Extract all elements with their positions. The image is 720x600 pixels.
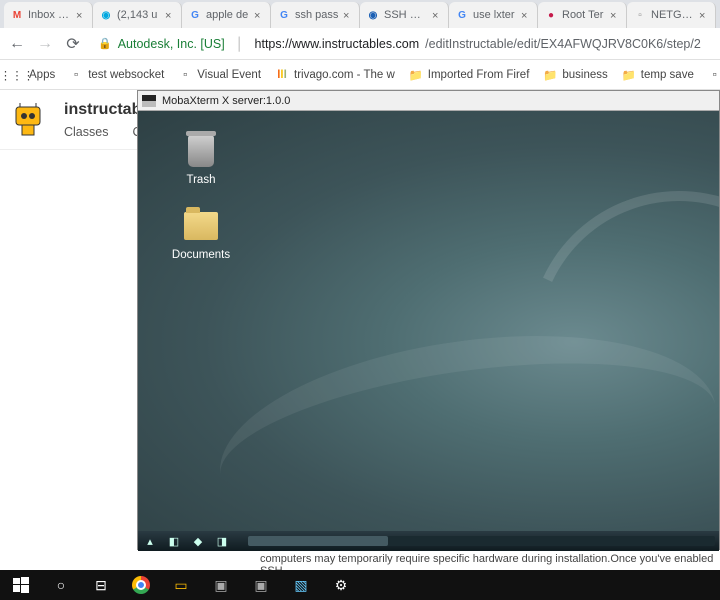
folder-icon: 📁 <box>409 68 423 82</box>
bookmark-label: Imported From Firef <box>428 69 530 81</box>
lock-icon: 🔒 <box>98 37 112 50</box>
reload-button[interactable]: ⟳ <box>64 35 82 53</box>
tab-raspberry[interactable]: ● Root Ter × <box>538 2 627 28</box>
browser-tab-strip: M Inbox (25 × ◉ (2,143 u × G apple de × … <box>0 0 720 28</box>
bookmark-label: business <box>562 69 607 81</box>
tab-att[interactable]: ◉ (2,143 u × <box>93 2 182 28</box>
url-path: /editInstructable/edit/EX4AFWQJRV8C0K6/s… <box>425 37 701 51</box>
tab-label: (2,143 u <box>117 9 161 21</box>
remote-desktop[interactable]: Trash Documents <box>138 111 719 531</box>
remote-scrollbar[interactable] <box>248 536 715 546</box>
tab-sshpass[interactable]: ◉ SSH Pass × <box>360 2 449 28</box>
bookmark-trivago[interactable]: III trivago.com - The w <box>275 68 395 82</box>
taskbar-chrome[interactable] <box>122 570 160 600</box>
taskbar-terminal-2[interactable]: ▣ <box>242 570 280 600</box>
ssh-icon: ◉ <box>366 8 380 22</box>
chevron-up-icon[interactable]: ▴ <box>142 534 158 548</box>
close-icon[interactable]: × <box>76 10 86 20</box>
bookmark-business[interactable]: 📁 business <box>543 68 607 82</box>
desktop-icon-label: Trash <box>187 174 216 186</box>
close-icon[interactable]: × <box>432 10 442 20</box>
close-icon[interactable]: × <box>610 10 620 20</box>
bookmarks-bar: ⋮⋮⋮ Apps ▫ test websocket ▫ Visual Event… <box>0 60 720 90</box>
tab-label: ssh pass <box>295 9 339 21</box>
taskbar-images[interactable]: ▧ <box>282 570 320 600</box>
remote-taskbar: ▴ ◧ ◆ ◨ <box>138 531 719 551</box>
address-bar-row: ← → ⟳ 🔒 Autodesk, Inc. [US] │ https://ww… <box>0 28 720 60</box>
page-icon: ▫ <box>69 68 83 82</box>
remote-taskbar-item[interactable]: ◆ <box>190 534 206 548</box>
desktop-icon-label: Documents <box>172 249 230 261</box>
remote-window-title: MobaXterm X server:1.0.0 <box>162 95 290 107</box>
page-icon: ▫ <box>633 8 647 22</box>
instructables-logo[interactable] <box>10 99 46 141</box>
back-button[interactable]: ← <box>8 35 26 53</box>
bookmark-apps[interactable]: ⋮⋮⋮ Apps <box>10 68 55 82</box>
gmail-icon: M <box>10 8 24 22</box>
bookmark-imported[interactable]: 📁 Imported From Firef <box>409 68 530 82</box>
desktop-icon-documents[interactable]: Documents <box>166 206 236 261</box>
bookmark-visual-event[interactable]: ▫ Visual Event <box>178 68 261 82</box>
folder-icon: 📁 <box>622 68 636 82</box>
taskbar-explorer[interactable]: ▭ <box>162 570 200 600</box>
desktop-icon-trash[interactable]: Trash <box>166 131 236 186</box>
raspberry-icon: ● <box>544 8 558 22</box>
bookmark-lg-tv[interactable]: ▫ LG's 2012 Smart TV <box>708 68 720 82</box>
close-icon[interactable]: × <box>254 10 264 20</box>
bookmark-label: temp save <box>641 69 694 81</box>
tab-label: apple de <box>206 9 250 21</box>
page-icon: ▫ <box>708 68 720 82</box>
page-icon: ▫ <box>178 68 192 82</box>
tab-label: SSH Pass <box>384 9 428 21</box>
bookmark-test-websocket[interactable]: ▫ test websocket <box>69 68 164 82</box>
tab-label: use lxter <box>473 9 517 21</box>
folder-icon: 📁 <box>543 68 557 82</box>
tab-inbox[interactable]: M Inbox (25 × <box>4 2 93 28</box>
remote-taskbar-item[interactable]: ◧ <box>166 534 182 548</box>
trivago-icon: III <box>275 68 289 82</box>
forward-button[interactable]: → <box>36 35 54 53</box>
windows-taskbar: ○ ⊟ ▭ ▣ ▣ ▧ ⚙ <box>0 570 720 600</box>
bookmark-label: test websocket <box>88 69 164 81</box>
tab-label: Inbox (25 <box>28 9 72 21</box>
start-button[interactable] <box>2 570 40 600</box>
tab-google-ssh[interactable]: G ssh pass × <box>271 2 360 28</box>
address-bar[interactable]: 🔒 Autodesk, Inc. [US] │ https://www.inst… <box>92 37 712 51</box>
tab-google-apple[interactable]: G apple de × <box>182 2 271 28</box>
ssl-origin-label: Autodesk, Inc. [US] <box>118 37 225 51</box>
google-icon: G <box>455 8 469 22</box>
google-icon: G <box>277 8 291 22</box>
trash-icon <box>183 131 219 171</box>
remote-taskbar-item[interactable]: ◨ <box>214 534 230 548</box>
tab-label: Root Ter <box>562 9 606 21</box>
att-icon: ◉ <box>99 8 113 22</box>
bookmark-label: trivago.com - The w <box>294 69 395 81</box>
bookmark-label: Visual Event <box>197 69 261 81</box>
folder-icon <box>183 206 219 246</box>
tab-netgear[interactable]: ▫ NETGEAR × <box>627 2 716 28</box>
bookmark-label: Apps <box>29 69 55 81</box>
bookmark-temp-save[interactable]: 📁 temp save <box>622 68 694 82</box>
close-icon[interactable]: × <box>521 10 531 20</box>
tab-google-lxter[interactable]: G use lxter × <box>449 2 538 28</box>
mobaxterm-icon <box>142 95 156 107</box>
taskbar-settings[interactable]: ⚙ <box>322 570 360 600</box>
remote-window: MobaXterm X server:1.0.0 Trash Documents… <box>137 90 720 550</box>
tab-label: NETGEAR <box>651 9 695 21</box>
close-icon[interactable]: × <box>699 10 709 20</box>
task-view-button[interactable]: ⊟ <box>82 570 120 600</box>
taskbar-terminal[interactable]: ▣ <box>202 570 240 600</box>
nav-classes[interactable]: Classes <box>64 125 108 139</box>
close-icon[interactable]: × <box>165 10 175 20</box>
close-icon[interactable]: × <box>343 10 353 20</box>
search-button[interactable]: ○ <box>42 570 80 600</box>
google-icon: G <box>188 8 202 22</box>
remote-titlebar[interactable]: MobaXterm X server:1.0.0 <box>138 91 719 111</box>
url-host: https://www.instructables.com <box>255 37 420 51</box>
apps-icon: ⋮⋮⋮ <box>10 68 24 82</box>
